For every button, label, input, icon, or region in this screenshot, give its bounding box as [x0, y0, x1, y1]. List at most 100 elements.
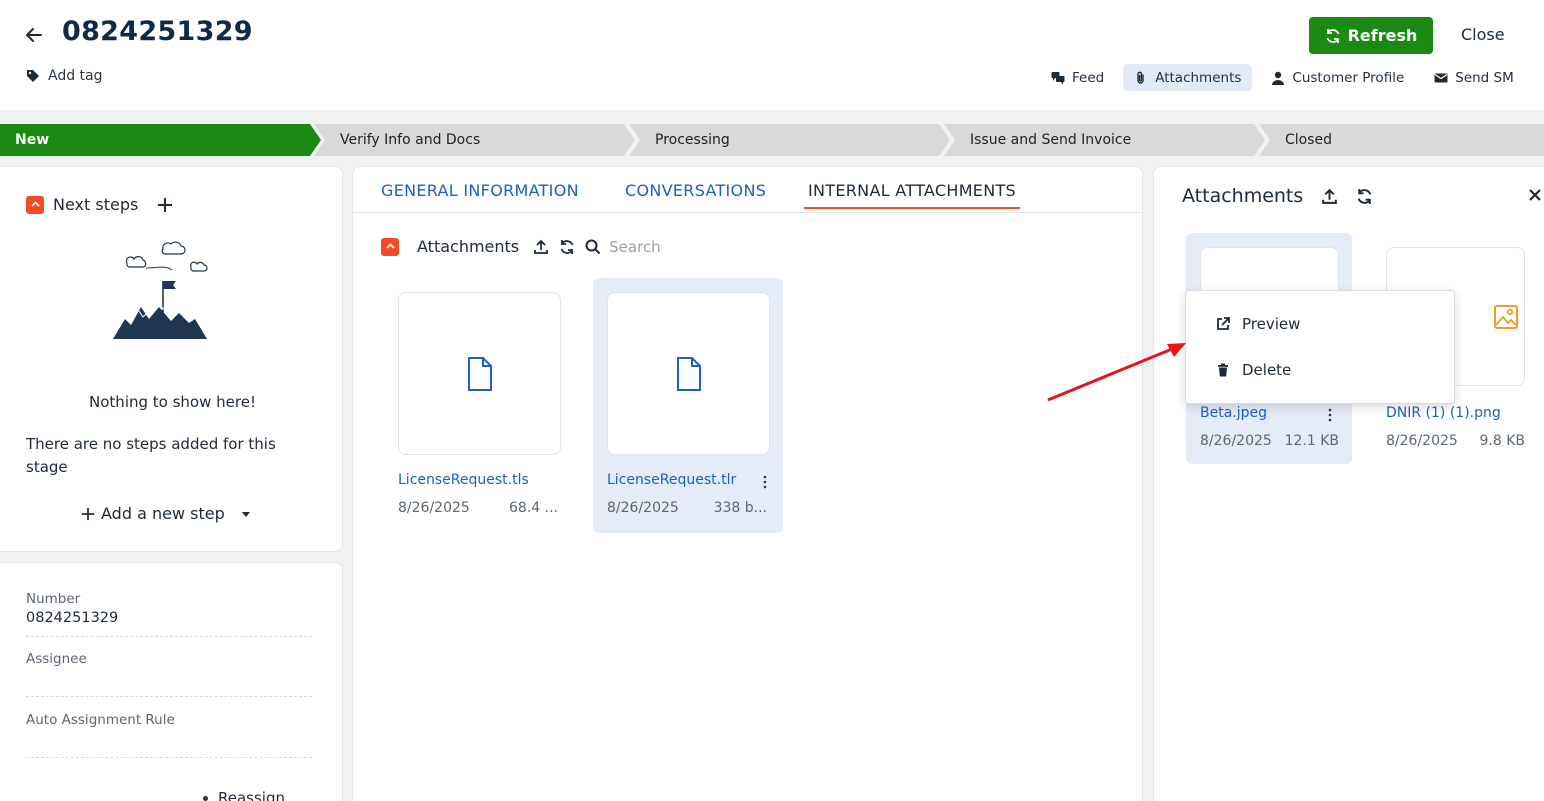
nav-feed[interactable]: Feed: [1040, 64, 1115, 91]
external-link-icon: [1217, 317, 1230, 330]
file-card[interactable]: LicenseRequest.tls 8/26/2025 68.4 ...: [384, 278, 574, 533]
image-icon: [1493, 304, 1518, 329]
auto-assignment-rule-field[interactable]: Auto Assignment Rule: [26, 712, 312, 758]
mountain-flag-illustration: [113, 241, 208, 339]
record-nav: Feed Attachments Customer Profile Send S…: [1040, 64, 1533, 91]
file-date: 8/26/2025: [607, 500, 679, 516]
empty-state-title: Nothing to show here!: [89, 393, 256, 411]
assignee-label: Assignee: [26, 651, 87, 667]
refresh-icon: [1326, 28, 1339, 43]
file-size: 68.4 ...: [509, 500, 558, 516]
file-thumbnail[interactable]: [398, 292, 561, 455]
stage-progress-bar: New Verify Info and Docs Processing Issu…: [0, 124, 1544, 156]
paperclip-icon: [1137, 71, 1144, 84]
file-card[interactable]: LicenseRequest.tlr 8/26/2025 338 b...: [593, 278, 783, 533]
file-size: 9.8 KB: [1479, 433, 1526, 449]
bullet-icon: [203, 795, 208, 801]
file-meta: 8/26/2025 338 b...: [607, 500, 767, 516]
stage-label: Processing: [655, 132, 730, 148]
nav-send-sms[interactable]: Send SM: [1423, 64, 1525, 91]
search-input[interactable]: Search: [609, 238, 661, 256]
file-context-menu: Preview Delete: [1185, 290, 1455, 404]
file-name[interactable]: LicenseRequest.tls: [398, 472, 529, 488]
nav-feed-label: Feed: [1072, 69, 1105, 86]
upload-icon[interactable]: [533, 239, 549, 255]
chevron-up-icon: [30, 201, 40, 207]
tag-icon: [27, 70, 39, 82]
file-name[interactable]: LicenseRequest.tlr: [607, 472, 736, 488]
file-name[interactable]: DNIR (1) (1).png: [1386, 405, 1501, 421]
add-tag-button[interactable]: Add tag: [26, 68, 103, 84]
number-label: Number: [26, 591, 81, 607]
reassign-label: Reassign: [218, 789, 285, 801]
red-annotation-arrow: [1047, 343, 1186, 402]
close-button[interactable]: Close: [1461, 25, 1505, 44]
nav-send-sms-label: Send SM: [1455, 69, 1514, 86]
nav-attachments[interactable]: Attachments: [1123, 64, 1253, 91]
refresh-icon[interactable]: [559, 239, 575, 255]
add-step-label: Add a new step: [101, 504, 225, 523]
next-steps-title: Next steps: [53, 195, 139, 214]
menu-delete[interactable]: Delete: [1216, 361, 1291, 379]
trash-icon: [1218, 363, 1228, 377]
plus-icon: [81, 507, 95, 520]
stage-invoice[interactable]: Issue and Send Invoice: [944, 124, 1266, 156]
side-attachments-title: Attachments: [1182, 185, 1304, 207]
collapse-button[interactable]: [26, 195, 44, 214]
refresh-button[interactable]: Refresh: [1309, 17, 1433, 54]
stage-label: Closed: [1285, 132, 1333, 148]
number-field: Number 0824251329: [26, 591, 312, 637]
assignee-field[interactable]: Assignee: [26, 651, 312, 697]
side-attachments-header: Attachments: [1182, 185, 1373, 207]
menu-preview-label: Preview: [1242, 315, 1301, 333]
record-header: 0824251329 Add tag Refresh Close Feed At…: [0, 0, 1544, 110]
file-name[interactable]: Beta.jpeg: [1200, 405, 1267, 421]
attachments-side-panel: Attachments Beta.jpeg 8/26/2025 12.1 KB …: [1153, 166, 1544, 801]
close-icon[interactable]: [1528, 188, 1542, 202]
upload-icon[interactable]: [1321, 188, 1338, 205]
reassign-button[interactable]: Reassign: [203, 789, 285, 801]
file-icon: [467, 356, 492, 391]
number-value: 0824251329: [26, 610, 119, 626]
tab-conversations[interactable]: CONVERSATIONS: [625, 181, 766, 200]
collapse-button[interactable]: [381, 237, 399, 256]
attachments-toolbar: Attachments Search: [381, 237, 661, 256]
file-size: 338 b...: [713, 500, 767, 516]
nav-customer-profile[interactable]: Customer Profile: [1260, 64, 1415, 91]
stage-label: Issue and Send Invoice: [970, 132, 1132, 148]
file-date: 8/26/2025: [1200, 433, 1272, 449]
refresh-label: Refresh: [1347, 26, 1418, 45]
add-new-step-button[interactable]: Add a new step: [81, 504, 251, 523]
tab-internal-attachments[interactable]: INTERNAL ATTACHMENTS: [804, 181, 1021, 209]
next-steps-header: Next steps: [26, 195, 173, 214]
search-icon[interactable]: [585, 239, 601, 255]
stage-verify[interactable]: Verify Info and Docs: [314, 124, 636, 156]
file-icon: [676, 356, 701, 391]
nav-attachments-label: Attachments: [1155, 69, 1242, 86]
stage-closed[interactable]: Closed: [1259, 124, 1544, 156]
stage-new[interactable]: New: [0, 124, 322, 156]
tab-general-information[interactable]: GENERAL INFORMATION: [381, 181, 579, 200]
refresh-icon[interactable]: [1356, 188, 1373, 205]
next-steps-panel: Next steps Nothing to show here! There a…: [0, 166, 343, 552]
menu-preview[interactable]: Preview: [1216, 315, 1300, 333]
nav-customer-profile-label: Customer Profile: [1292, 69, 1405, 86]
tab-bar: GENERAL INFORMATION CONVERSATIONS INTERN…: [353, 167, 1144, 213]
comments-icon: [1051, 71, 1065, 84]
add-tag-label: Add tag: [48, 68, 103, 84]
empty-state-description: There are no steps added for this stage: [26, 435, 276, 476]
stage-processing[interactable]: Processing: [629, 124, 951, 156]
file-meta: 8/26/2025 9.8 KB: [1386, 433, 1525, 449]
file-size: 12.1 KB: [1284, 433, 1339, 449]
kebab-menu-icon[interactable]: [763, 474, 767, 490]
back-arrow-icon[interactable]: [24, 25, 44, 45]
envelope-icon: [1434, 73, 1448, 82]
add-step-plus-icon[interactable]: [157, 197, 173, 213]
kebab-menu-icon[interactable]: [1328, 407, 1332, 423]
menu-delete-label: Delete: [1242, 361, 1292, 379]
caret-down-icon[interactable]: [241, 509, 251, 519]
chevron-up-icon: [385, 243, 395, 249]
file-thumbnail[interactable]: [607, 292, 770, 455]
auto-assignment-rule-label: Auto Assignment Rule: [26, 712, 175, 728]
stage-label: Verify Info and Docs: [340, 132, 481, 148]
